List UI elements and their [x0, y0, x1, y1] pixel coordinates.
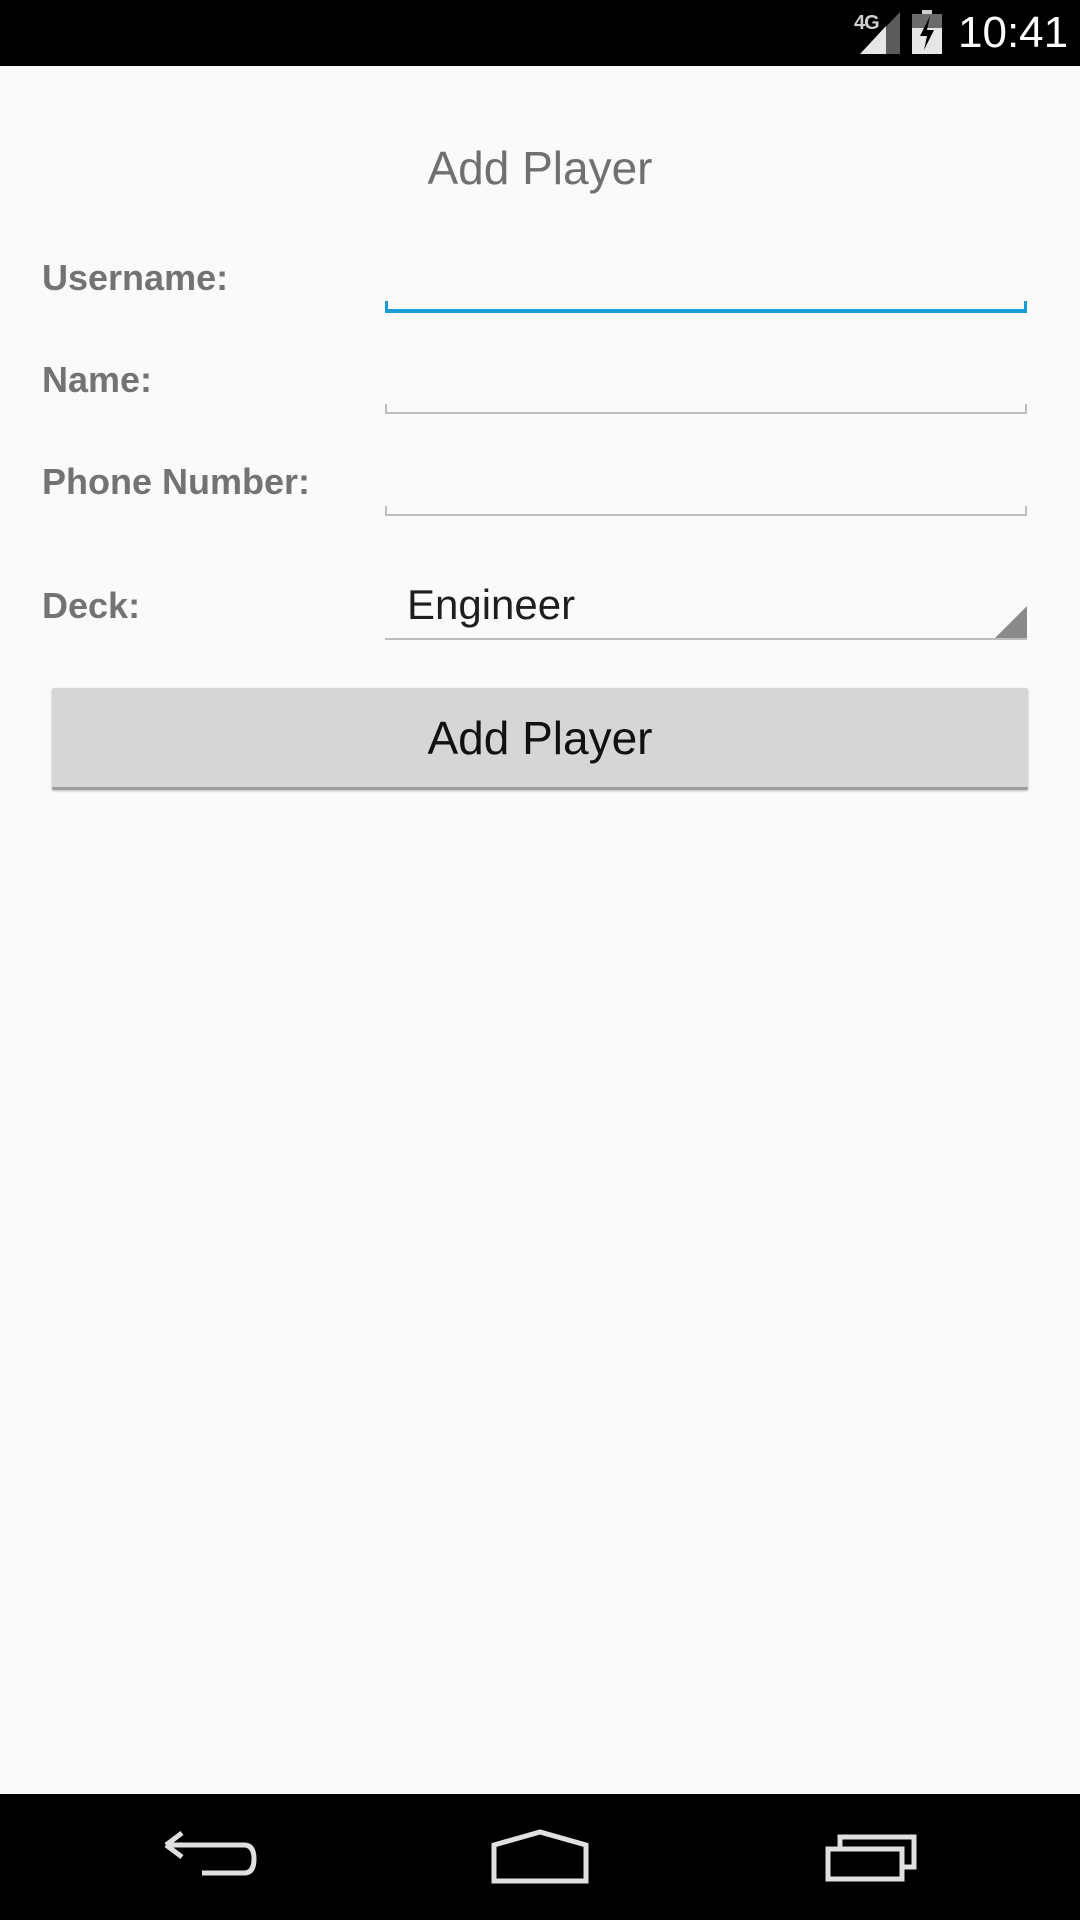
deck-label: Deck:: [42, 585, 141, 626]
name-input-underline: [385, 404, 1027, 414]
clock: 10:41: [958, 8, 1069, 57]
username-input[interactable]: [385, 248, 1027, 308]
back-button[interactable]: [150, 1814, 270, 1900]
navigation-bar: [0, 1794, 1080, 1920]
signal-strength-icon: [860, 12, 900, 54]
phone-number-input[interactable]: [385, 452, 1027, 512]
deck-spinner[interactable]: Engineer: [385, 574, 1027, 640]
phone-number-label: Phone Number:: [42, 461, 311, 502]
add-player-button[interactable]: Add Player: [52, 688, 1028, 790]
battery-charging-icon: [912, 10, 942, 54]
deck-selected-value: Engineer: [407, 581, 576, 628]
name-input[interactable]: [385, 350, 1027, 410]
recent-apps-icon: [825, 1834, 917, 1882]
home-button[interactable]: [480, 1814, 600, 1900]
phone-number-input-underline: [385, 506, 1027, 516]
back-icon: [164, 1831, 257, 1876]
screen: 4G 10:41 Add Player Username: Name: Phon…: [0, 0, 1080, 1920]
deck-spinner-underline: [385, 638, 1027, 640]
dropdown-arrow-icon: [995, 606, 1027, 638]
page-title: Add Player: [427, 142, 653, 194]
username-input-underline: [385, 301, 1027, 313]
status-bar: 4G 10:41: [0, 0, 1080, 66]
name-label: Name:: [42, 359, 153, 400]
home-icon: [491, 1829, 589, 1884]
recent-apps-button[interactable]: [812, 1814, 932, 1900]
username-label: Username:: [42, 257, 229, 298]
